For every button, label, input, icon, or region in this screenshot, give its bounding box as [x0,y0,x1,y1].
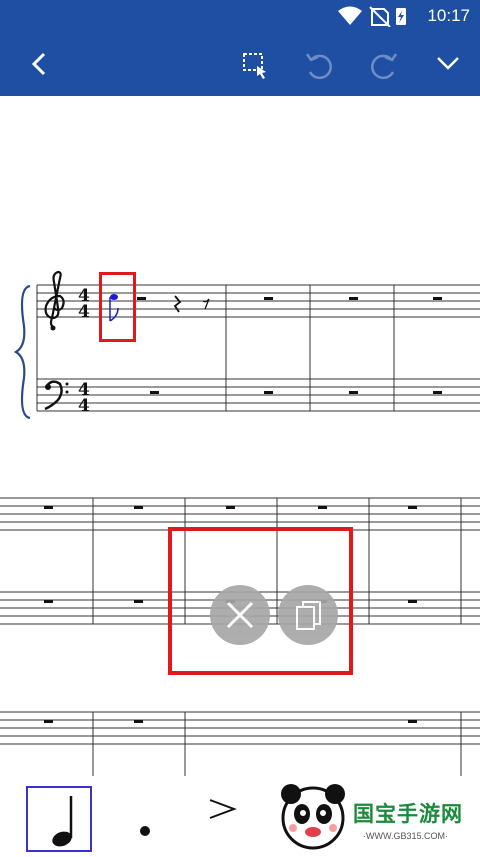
wifi-icon [338,6,362,25]
close-icon [226,601,254,629]
treble-time-bottom: 4 [78,302,90,322]
back-button[interactable] [10,32,66,96]
chevron-left-icon [31,52,46,76]
bass-time-bottom: 4 [78,396,90,416]
note-selection-box [99,272,136,342]
status-bar: 10:17 [0,0,480,32]
quarter-note-icon [52,796,73,847]
dot-button[interactable] [112,786,178,852]
copy-button[interactable] [278,585,338,645]
collapse-button[interactable] [420,32,476,96]
copy-icon [296,601,321,630]
select-button[interactable] [230,32,286,96]
accent-button[interactable] [190,786,256,852]
watermark-url: ·WWW.GB315.COM· [363,831,448,841]
undo-button[interactable] [292,32,348,96]
status-time: 10:17 [427,6,470,25]
barlines-system-1 [36,285,395,411]
toolbar [0,32,480,96]
delete-button[interactable] [210,585,270,645]
system-2-staff-top [0,497,480,531]
chevron-down-icon [437,57,459,70]
dot-icon [140,826,150,836]
undo-icon [305,53,332,80]
redo-icon [371,53,398,80]
bass-staff [37,378,480,412]
note-palette: 国宝手游网 ·WWW.GB315.COM· [0,776,480,853]
brace [13,284,31,420]
watermark: 国宝手游网 ·WWW.GB315.COM· [263,776,480,853]
no-sim-icon [369,6,391,27]
accent-icon [209,799,237,819]
status-icons [338,6,406,27]
score-canvas[interactable]: 4 4 4 4 [0,96,480,776]
battery-charging-icon [396,8,406,25]
marquee-select-icon [243,53,266,79]
panda-logo-icon [281,784,345,850]
redo-button[interactable] [355,32,411,96]
quarter-note-button[interactable] [26,786,92,852]
watermark-text: 国宝手游网 [353,803,463,826]
